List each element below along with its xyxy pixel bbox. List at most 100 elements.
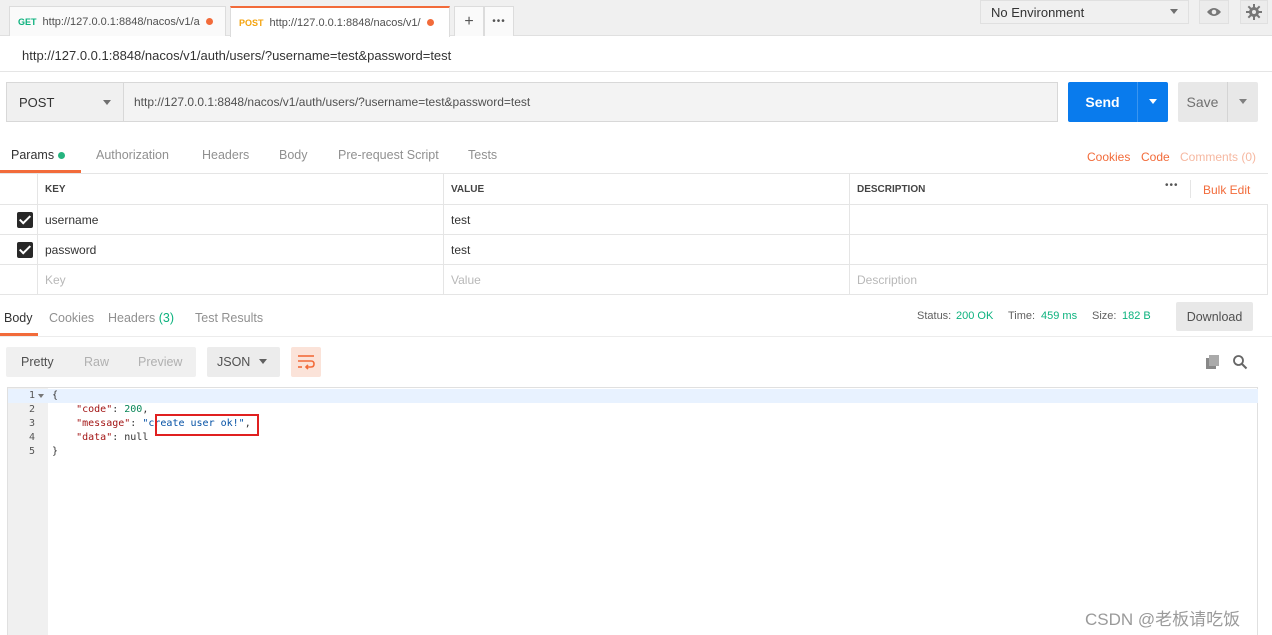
new-description-input[interactable]: Description [850,265,1268,295]
line-number: 1 [28,390,35,401]
param-key-cell[interactable]: username [38,205,444,235]
param-value-cell[interactable]: test [444,235,850,265]
code-line: "data": null [76,432,149,443]
tab-pre-request-script[interactable]: Pre-request Script [338,148,439,162]
tab-response-headers[interactable]: Headers (3) [108,311,174,325]
tab-response-cookies[interactable]: Cookies [49,311,94,325]
status-label: Status: [917,310,952,322]
tab-params[interactable]: Params [11,148,66,162]
json-value: null [124,432,149,443]
line-number: 5 [28,446,35,457]
key-column-header: KEY [38,174,444,205]
unsaved-dot-icon [205,18,213,25]
request-url-input[interactable]: http://127.0.0.1:8848/nacos/v1/auth/user… [123,82,1058,122]
raw-button[interactable]: Raw [84,355,109,369]
new-value-input[interactable]: Value [444,265,850,295]
checkbox-checked[interactable] [17,242,33,258]
save-options-button[interactable] [1227,82,1258,122]
row-checkbox-cell [0,265,38,295]
tab-authorization[interactable]: Authorization [96,148,169,162]
divider [0,71,1272,72]
json-key: "message" [76,418,131,429]
table-row-new: Key Value Description [0,265,1268,295]
param-key-cell[interactable]: password [38,235,444,265]
param-value-cell[interactable]: test [444,205,850,235]
gear-icon [1246,4,1262,20]
copy-button[interactable] [1205,354,1221,373]
search-icon [1233,355,1248,370]
param-description-cell[interactable] [850,235,1268,265]
tab-headers[interactable]: Headers [202,148,249,162]
active-line-highlight [8,389,1258,403]
param-description-cell[interactable] [850,205,1268,235]
comments-link[interactable]: Comments (0) [1180,150,1256,164]
method-label: POST [19,94,55,110]
table-more-button[interactable]: ••• [1165,180,1179,191]
tab-url-label: http://127.0.0.1:8848/nacos/v1/ [269,16,421,29]
chevron-down-icon [1170,9,1178,14]
code-link[interactable]: Code [1141,150,1170,164]
chevron-down-icon [1149,99,1157,104]
json-key: "code" [76,404,113,415]
search-button[interactable] [1232,354,1248,373]
environment-quick-look-button[interactable] [1199,0,1229,24]
preview-button[interactable]: Preview [138,355,182,369]
save-button[interactable]: Save [1178,82,1227,122]
tab-body[interactable]: Body [279,148,308,162]
row-checkbox-cell [0,205,38,235]
checkbox-checked[interactable] [17,212,33,228]
tab-test-results[interactable]: Test Results [195,311,263,325]
value-column-header: VALUE [444,174,850,205]
new-tab-button[interactable]: + [454,6,484,36]
line-number: 3 [28,418,35,429]
tab-params-label: Params [11,148,55,162]
unsaved-dot-icon [426,19,434,26]
wrap-lines-button[interactable] [291,347,321,377]
tab-post-request[interactable]: POST http://127.0.0.1:8848/nacos/v1/ [230,6,450,37]
tab-response-headers-label: Headers [108,311,156,325]
chevron-down-icon [103,100,111,105]
cookies-link[interactable]: Cookies [1087,150,1130,164]
json-key: "data" [76,432,113,443]
chevron-down-icon [1239,99,1247,104]
headers-count: (3) [158,311,175,325]
table-header-row: KEY VALUE DESCRIPTION ••• Bulk Edit [0,173,1268,205]
pretty-button[interactable]: Pretty [21,355,54,369]
new-key-input[interactable]: Key [38,265,444,295]
code-line: "code": 200, [76,404,149,415]
wrap-lines-icon [298,355,315,370]
active-dot-icon [58,152,66,160]
tab-method-label: GET [18,16,37,27]
fold-caret-icon[interactable] [38,394,44,398]
table-row: password test [0,235,1268,265]
size-value[interactable]: 182 B [1122,310,1151,322]
http-method-select[interactable]: POST [6,82,123,122]
chevron-down-icon [259,359,267,364]
status-value[interactable]: 200 OK [956,310,993,322]
watermark: CSDN @老板请吃饭 [1085,610,1241,629]
language-select[interactable]: JSON [207,347,280,377]
tab-tests[interactable]: Tests [468,148,497,162]
download-button[interactable]: Download [1176,302,1253,331]
bulk-edit-link[interactable]: Bulk Edit [1203,183,1250,197]
tab-get-request[interactable]: GET http://127.0.0.1:8848/nacos/v1/a [9,6,226,36]
tab-more-button[interactable]: ••• [484,6,514,36]
settings-button[interactable] [1240,0,1268,24]
description-column-header: DESCRIPTION [857,184,926,195]
line-number: 2 [28,404,35,415]
json-value: 200 [124,404,143,415]
divider [1190,180,1191,198]
row-checkbox-cell [0,235,38,265]
tab-response-body[interactable]: Body [4,311,33,325]
response-body-viewer[interactable]: 1 2 3 4 5 { "code": 200, "message": "cre… [7,387,1258,635]
environment-select[interactable]: No Environment [980,0,1189,24]
code-line: } [52,446,58,457]
send-button[interactable]: Send [1068,82,1137,122]
table-row: username test [0,205,1268,235]
request-name-title[interactable]: http://127.0.0.1:8848/nacos/v1/auth/user… [22,48,451,63]
send-options-button[interactable] [1137,82,1168,122]
highlight-annotation-box [155,414,259,436]
divider [0,336,1272,337]
tab-method-label: POST [239,17,264,28]
time-value[interactable]: 459 ms [1041,310,1077,322]
